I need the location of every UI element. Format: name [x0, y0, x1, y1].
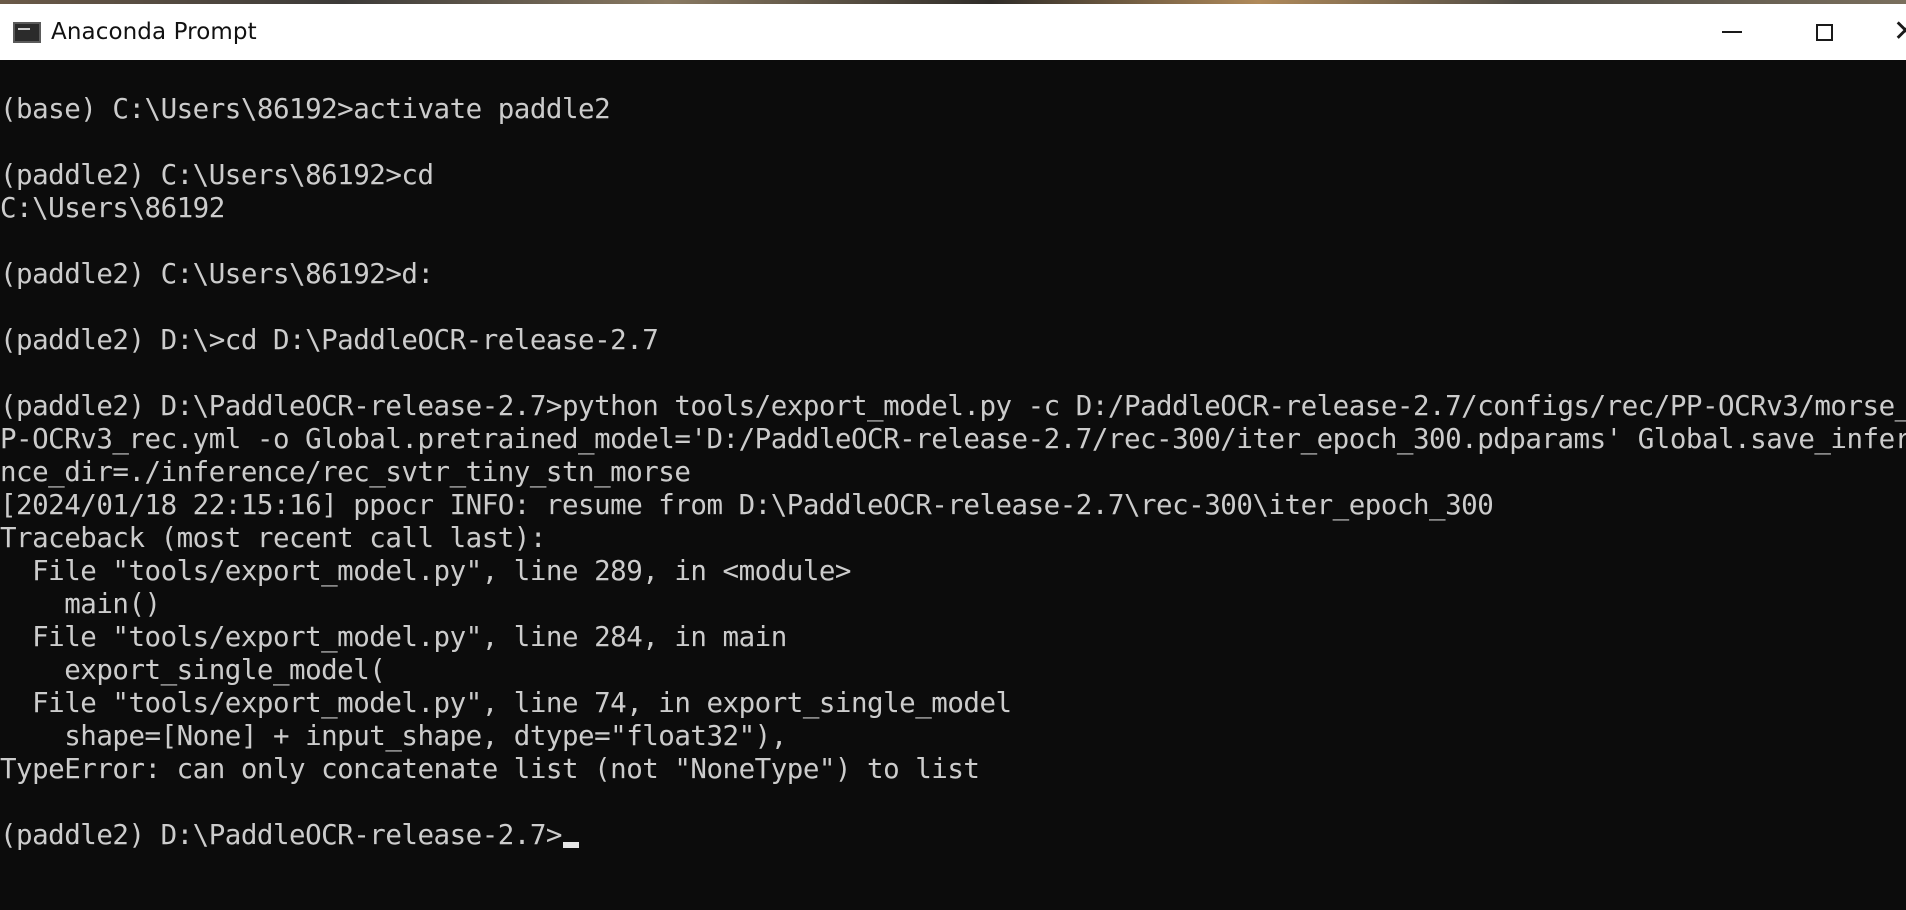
- console-line: File "tools/export_model.py", line 284, …: [0, 621, 787, 653]
- console-line: nce_dir=./inference/rec_svtr_tiny_stn_mo…: [0, 456, 691, 488]
- close-button[interactable]: ✕: [1870, 4, 1906, 60]
- title-bar[interactable]: Anaconda Prompt ✕: [0, 4, 1906, 60]
- minimize-button[interactable]: [1686, 4, 1778, 60]
- console-line: (paddle2) C:\Users\86192>d:: [0, 258, 434, 290]
- close-icon: ✕: [1892, 14, 1906, 49]
- maximize-button[interactable]: [1778, 4, 1870, 60]
- console-line: (paddle2) D:\PaddleOCR-release-2.7>pytho…: [0, 390, 1906, 422]
- console-line: [2024/01/18 22:15:16] ppocr INFO: resume…: [0, 489, 1494, 521]
- console-line: (base) C:\Users\86192>activate paddle2: [0, 93, 611, 125]
- console-line: C:\Users\86192: [0, 192, 225, 224]
- minimize-icon: [1722, 31, 1742, 33]
- window-title: Anaconda Prompt: [51, 19, 257, 45]
- prompt-line[interactable]: (paddle2) D:\PaddleOCR-release-2.7>: [0, 819, 579, 852]
- console-line: P-OCRv3_rec.yml -o Global.pretrained_mod…: [0, 423, 1906, 455]
- console-line: Traceback (most recent call last):: [0, 522, 546, 554]
- console-line: main(): [0, 588, 161, 620]
- console-line: export_single_model(: [0, 654, 386, 686]
- console-line: File "tools/export_model.py", line 289, …: [0, 555, 851, 587]
- prompt-text: (paddle2) D:\PaddleOCR-release-2.7>: [0, 819, 562, 851]
- console-line: File "tools/export_model.py", line 74, i…: [0, 687, 1012, 719]
- console-line: shape=[None] + input_shape, dtype="float…: [0, 720, 787, 752]
- window-controls: ✕: [1686, 4, 1906, 60]
- console-icon: [13, 21, 41, 43]
- text-cursor: [562, 842, 579, 848]
- maximize-icon: [1815, 23, 1833, 41]
- console-line: (paddle2) D:\>cd D:\PaddleOCR-release-2.…: [0, 324, 659, 356]
- console-line: TypeError: can only concatenate list (no…: [0, 753, 980, 785]
- console-output[interactable]: (base) C:\Users\86192>activate paddle2 (…: [0, 60, 1906, 910]
- console-line: (paddle2) C:\Users\86192>cd: [0, 159, 434, 191]
